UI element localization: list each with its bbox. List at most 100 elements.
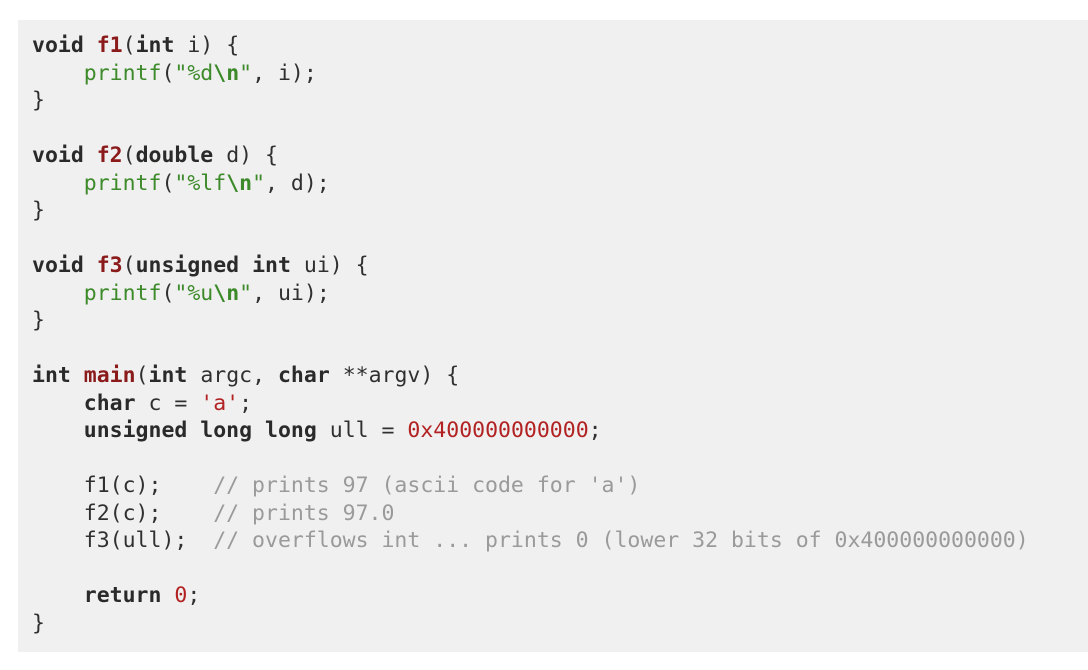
code-token: unsigned [135,253,240,278]
code-token: ; [239,390,253,416]
code-token: char [277,363,330,388]
code-token: " [239,280,253,306]
code-token: **argv) { [329,363,460,388]
code-token: ( [122,253,136,278]
code-token: "%u [174,280,214,306]
code-token: main [83,363,136,388]
code-token: \n [213,60,240,86]
code-token: char [83,390,136,416]
code-line: char c = 'a'; [32,390,1088,418]
code-line: f3(ull); // overflows int ... prints 0 (… [32,527,1088,555]
code-token: int [32,363,71,388]
code-token: ; [187,583,201,608]
code-token: i) { [174,33,240,58]
code-token: long [200,418,253,443]
code-line: f1(c); // prints 97 (ascii code for 'a') [32,472,1088,500]
code-token: } [32,610,45,636]
code-token: } [32,308,45,333]
code-token: 'a' [200,390,240,416]
code-token: return [83,583,162,608]
code-token: , i); [252,60,317,86]
code-token: // prints 97.0 [213,500,395,526]
code-token: } [32,88,45,113]
code-token: int [252,253,291,278]
code-token: } [32,198,45,223]
code-token: \n [226,170,253,196]
code-token: 0x400000000000 [407,418,589,443]
code-token: argc, [187,363,278,388]
code-line: void f1(int i) { [32,32,1088,60]
code-token: ( [122,33,136,58]
code-line: void f2(double d) { [32,142,1088,170]
code-token: ( [161,280,175,306]
code-token: ( [161,60,175,86]
code-token: " [239,60,253,86]
code-token: ( [122,143,136,168]
code-token: , d); [265,170,330,196]
code-token: ull = [316,418,408,443]
code-panel: void f1(int i) { printf("%d\n", i);} void… [18,20,1088,652]
code-token: long [265,418,317,443]
code-token: f2 [96,143,123,168]
code-token: \n [213,280,240,306]
code-line: } [32,87,1088,115]
code-token: f3 [96,253,123,278]
code-token: // overflows int ... prints 0 (lower 32 … [213,528,1029,553]
code-line: } [32,610,1088,638]
code-line: void f3(unsigned int ui) { [32,252,1088,280]
code-token: f1 [96,33,123,58]
code-token: double [135,143,214,168]
code-token: f2(c); [32,500,214,526]
code-token: // prints 97 (ascii code for 'a') [213,473,641,498]
code-token: printf [83,60,162,86]
code-token: "%lf [174,170,227,196]
code-token: c = [135,390,201,416]
code-token: d) { [213,143,278,168]
code-line: printf("%lf\n", d); [32,170,1088,198]
code-token: void [32,143,84,168]
code-token: ( [161,170,175,196]
code-token: unsigned [83,418,188,443]
code-token: ( [135,363,149,388]
code-line: } [32,307,1088,335]
code-token: printf [83,170,162,196]
code-line: } [32,197,1088,225]
code-token: int [148,363,188,388]
code-block: void f1(int i) { printf("%d\n", i);} void… [32,32,1088,637]
code-line: int main(int argc, char **argv) { [32,362,1088,390]
code-token: f3(ull); [32,528,214,553]
code-token: void [32,253,84,278]
code-token: , ui); [252,280,330,306]
code-line: return 0; [32,582,1088,610]
code-line: unsigned long long ull = 0x400000000000; [32,417,1088,445]
code-token: f1(c); [32,473,214,498]
code-token: ; [588,418,602,443]
code-token: " [252,170,266,196]
code-line: f2(c); // prints 97.0 [32,500,1088,528]
code-token: printf [83,280,162,306]
code-line: printf("%u\n", ui); [32,280,1088,308]
code-token: ui) { [290,253,369,278]
code-token: "%d [174,60,214,86]
code-token: 0 [174,583,188,608]
code-token: int [135,33,175,58]
code-line: printf("%d\n", i); [32,60,1088,88]
